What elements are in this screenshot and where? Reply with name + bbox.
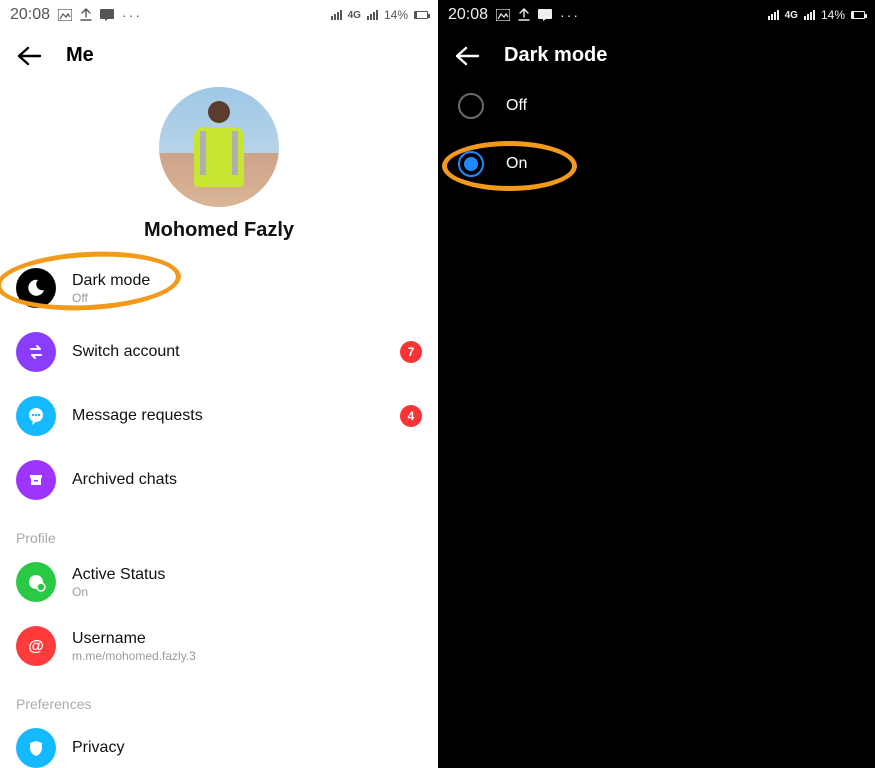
more-icon: ··· [122, 7, 142, 23]
status-right: 4G 14% [331, 8, 428, 22]
profile-section: Mohomed Fazly [0, 77, 438, 256]
chat-icon [538, 9, 552, 21]
row-username[interactable]: @ Username m.me/mohomed.fazly.3 [0, 614, 438, 678]
row-label: Privacy [72, 739, 422, 757]
section-profile: Profile [0, 512, 438, 550]
row-label: Archived chats [72, 471, 422, 489]
gallery-icon [58, 9, 72, 21]
row-sub: On [72, 585, 422, 599]
row-sub: m.me/mohomed.fazly.3 [72, 649, 422, 663]
row-privacy[interactable]: Privacy [0, 716, 438, 768]
upload-icon [518, 8, 530, 22]
status-left: 20:08 ··· [10, 6, 142, 24]
svg-text:@: @ [28, 638, 44, 655]
app-header: Me [0, 30, 438, 77]
row-label: Message requests [72, 407, 384, 425]
battery-icon [414, 11, 428, 19]
radio-label: On [506, 155, 527, 173]
status-time: 20:08 [10, 6, 50, 24]
row-sub: Off [72, 291, 422, 305]
chat-icon [100, 9, 114, 21]
radio-button[interactable] [458, 93, 484, 119]
back-button[interactable] [454, 45, 480, 67]
status-left: 20:08 ··· [448, 6, 580, 24]
message-icon [16, 396, 56, 436]
at-icon: @ [16, 626, 56, 666]
phone-light: 20:08 ··· 4G 14% Me [0, 0, 438, 768]
row-switch-account[interactable]: Switch account 7 [0, 320, 438, 384]
signal-icon-2 [804, 10, 815, 20]
battery-text: 14% [384, 8, 408, 22]
switch-account-icon [16, 332, 56, 372]
badge: 7 [400, 341, 422, 363]
radio-on[interactable]: On [438, 135, 875, 193]
row-label: Active Status [72, 566, 422, 584]
upload-icon [80, 8, 92, 22]
radio-off[interactable]: Off [438, 77, 875, 135]
back-button[interactable] [16, 45, 42, 67]
avatar-person [191, 101, 247, 193]
shield-icon [16, 728, 56, 768]
row-label: Dark mode [72, 272, 422, 290]
row-archived-chats[interactable]: Archived chats [0, 448, 438, 512]
status-time: 20:08 [448, 6, 488, 24]
signal-icon [768, 10, 779, 20]
network-label: 4G [348, 10, 361, 21]
archive-icon [16, 460, 56, 500]
signal-icon-2 [367, 10, 378, 20]
active-status-icon [16, 562, 56, 602]
signal-icon [331, 10, 342, 20]
status-right: 4G 14% [768, 8, 865, 22]
section-preferences: Preferences [0, 678, 438, 716]
badge: 4 [400, 405, 422, 427]
page-title: Me [66, 44, 94, 67]
status-bar: 20:08 ··· 4G 14% [438, 0, 875, 30]
network-label: 4G [785, 10, 798, 21]
radio-button[interactable] [458, 151, 484, 177]
row-dark-mode[interactable]: Dark mode Off [0, 256, 438, 320]
row-active-status[interactable]: Active Status On [0, 550, 438, 614]
profile-name: Mohomed Fazly [0, 219, 438, 242]
page-title: Dark mode [504, 44, 607, 67]
phone-dark: 20:08 ··· 4G 14% Dark mode Off [438, 0, 875, 768]
row-label: Switch account [72, 343, 384, 361]
avatar[interactable] [159, 87, 279, 207]
row-label: Username [72, 630, 422, 648]
more-icon: ··· [560, 7, 580, 23]
status-bar: 20:08 ··· 4G 14% [0, 0, 438, 30]
battery-icon [851, 11, 865, 19]
radio-label: Off [506, 97, 527, 115]
gallery-icon [496, 9, 510, 21]
app-header: Dark mode [438, 30, 875, 77]
row-message-requests[interactable]: Message requests 4 [0, 384, 438, 448]
moon-icon [16, 268, 56, 308]
battery-text: 14% [821, 8, 845, 22]
